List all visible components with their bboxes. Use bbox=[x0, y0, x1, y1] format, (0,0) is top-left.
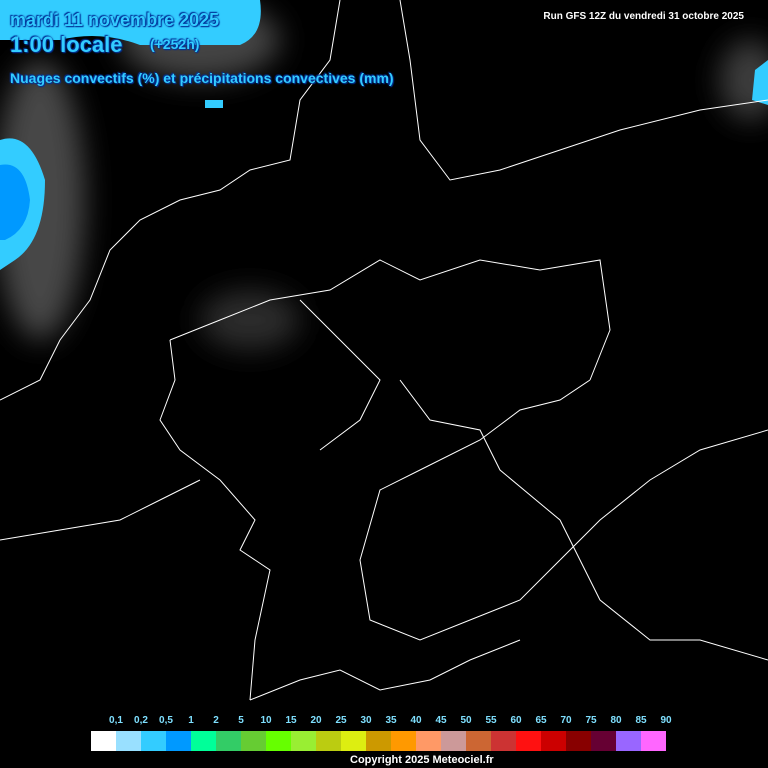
legend-label: 85 bbox=[635, 715, 647, 726]
legend-label: 0,5 bbox=[159, 715, 173, 726]
legend-swatch bbox=[166, 731, 191, 751]
legend-label: 5 bbox=[238, 715, 244, 726]
color-legend bbox=[90, 730, 667, 752]
legend-label: 40 bbox=[410, 715, 422, 726]
forecast-date: mardi 11 novembre 2025 bbox=[10, 10, 220, 30]
legend-label: 0,1 bbox=[109, 715, 123, 726]
legend-swatch bbox=[141, 731, 166, 751]
legend-swatch bbox=[116, 731, 141, 751]
legend-swatch bbox=[641, 731, 666, 751]
forecast-lead-time: (+252h) bbox=[150, 36, 200, 52]
legend-label: 10 bbox=[260, 715, 272, 726]
forecast-hour: 1:00 locale bbox=[10, 32, 123, 57]
legend-label: 80 bbox=[610, 715, 622, 726]
legend-label: 2 bbox=[213, 715, 219, 726]
legend-label: 30 bbox=[360, 715, 372, 726]
legend-swatch bbox=[91, 731, 116, 751]
legend-swatch bbox=[191, 731, 216, 751]
model-run-info: Run GFS 12Z du vendredi 31 octobre 2025 bbox=[543, 11, 744, 22]
legend-label: 55 bbox=[485, 715, 497, 726]
legend-label: 70 bbox=[560, 715, 572, 726]
legend-label: 60 bbox=[510, 715, 522, 726]
copyright: Copyright 2025 Meteociel.fr bbox=[350, 754, 494, 766]
legend-label: 25 bbox=[335, 715, 347, 726]
legend-swatch bbox=[341, 731, 366, 751]
legend-label: 45 bbox=[435, 715, 447, 726]
map-canvas bbox=[0, 0, 768, 701]
legend-label: 65 bbox=[535, 715, 547, 726]
legend-label: 35 bbox=[385, 715, 397, 726]
legend-swatch bbox=[241, 731, 266, 751]
legend-swatch bbox=[466, 731, 491, 751]
legend-swatch bbox=[541, 731, 566, 751]
legend-label: 1 bbox=[188, 715, 194, 726]
legend-swatch bbox=[391, 731, 416, 751]
weather-map-view: mardi 11 novembre 2025 1:00 locale (+252… bbox=[0, 0, 768, 768]
legend-swatch bbox=[516, 731, 541, 751]
legend-swatch bbox=[416, 731, 441, 751]
borders-layer bbox=[0, 0, 768, 701]
legend-label: 50 bbox=[460, 715, 472, 726]
legend-swatch bbox=[366, 731, 391, 751]
legend-swatch bbox=[316, 731, 341, 751]
map-subtitle: Nuages convectifs (%) et précipitations … bbox=[10, 70, 394, 86]
legend-swatch bbox=[441, 731, 466, 751]
legend-swatch bbox=[266, 731, 291, 751]
legend-swatch bbox=[216, 731, 241, 751]
legend-label: 0,2 bbox=[134, 715, 148, 726]
legend-swatch bbox=[616, 731, 641, 751]
legend-label: 90 bbox=[660, 715, 672, 726]
legend-swatch bbox=[291, 731, 316, 751]
legend-swatch bbox=[566, 731, 591, 751]
legend-label: 75 bbox=[585, 715, 597, 726]
legend-label: 15 bbox=[285, 715, 297, 726]
legend-swatch bbox=[491, 731, 516, 751]
legend-label: 20 bbox=[310, 715, 322, 726]
legend-swatch bbox=[591, 731, 616, 751]
